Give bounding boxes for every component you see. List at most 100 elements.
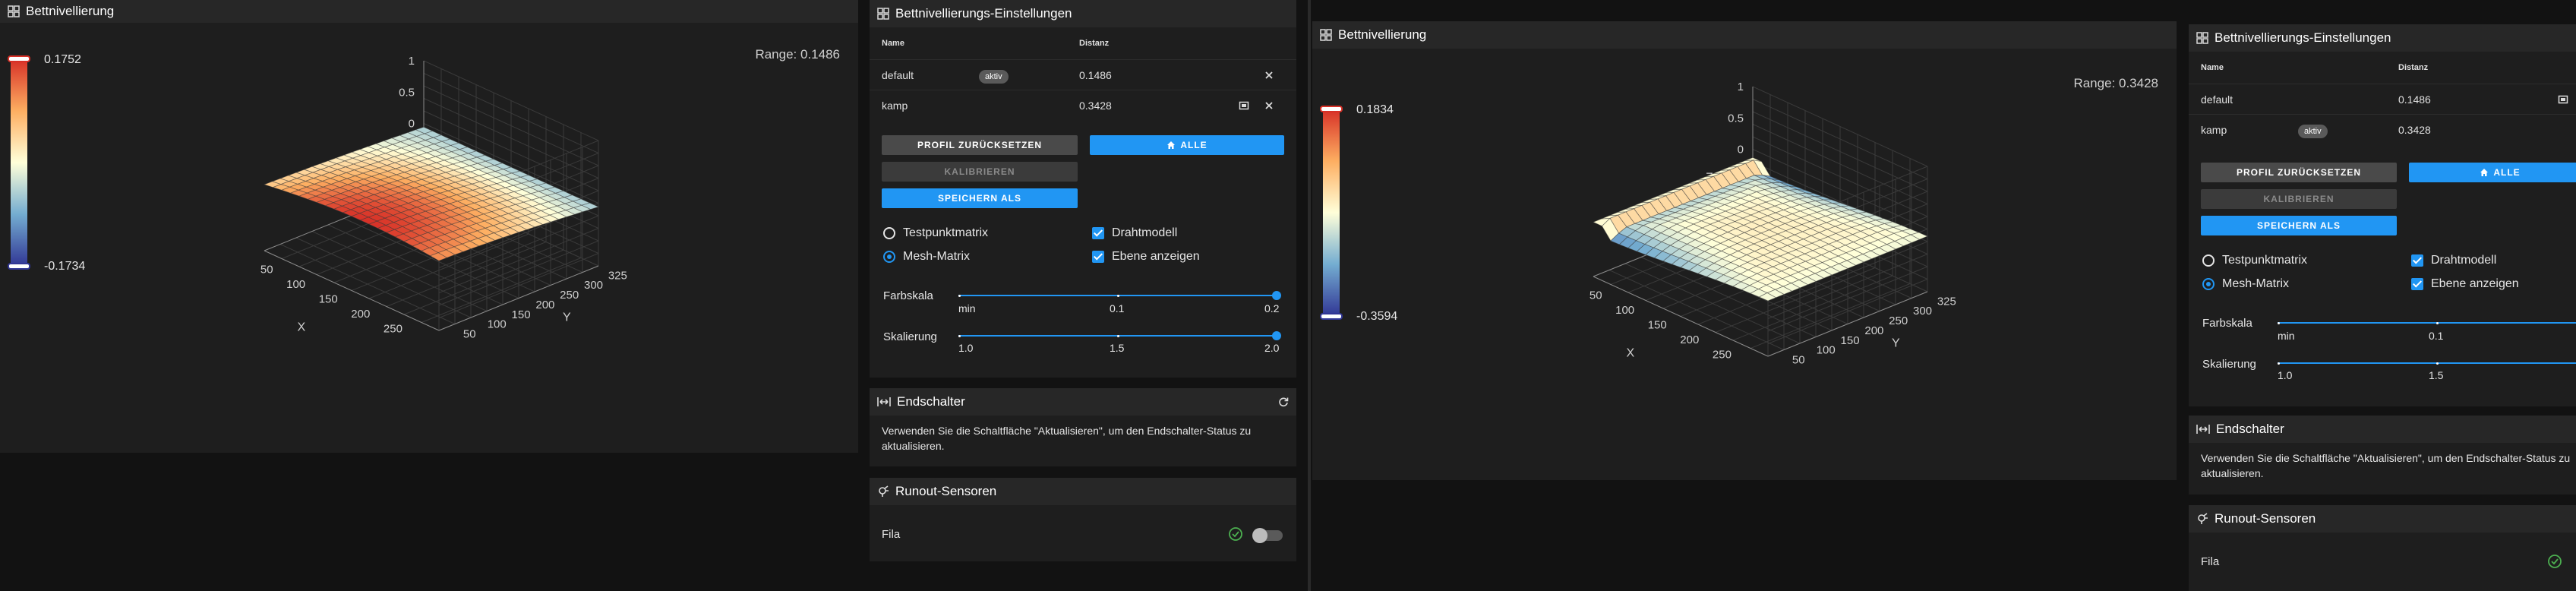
mesh-3d-plot[interactable]: 0.1752-0.173410.50-0.5-1.5Z5010015020025… — [0, 23, 858, 453]
grid-icon — [8, 5, 20, 17]
calibrate-button[interactable]: Kalibrieren — [2201, 189, 2397, 209]
option-label: Ebene anzeigen — [2431, 277, 2519, 290]
wireframe-checkbox[interactable]: Drahtmodell — [1092, 226, 1177, 240]
scale-label: Skalierung — [883, 330, 937, 343]
reset-profile-button[interactable]: Profil zurücksetzen — [2201, 163, 2397, 182]
endstop-card: Endschalter Verwenden Sie die Schaltfläc… — [870, 388, 1296, 466]
x-tick-label: 200 — [1680, 333, 1699, 346]
load-profile-icon[interactable] — [1239, 100, 1249, 111]
grid-icon — [2196, 32, 2208, 44]
y-tick-label: 150 — [512, 308, 531, 321]
mesh-title: Bettnivellierung — [1338, 27, 1427, 42]
option-label: Testpunktmatrix — [2222, 254, 2308, 267]
mesh-card-header: Bettnivellierung — [1312, 21, 2177, 49]
y-tick-label: 50 — [463, 328, 476, 341]
table-row[interactable]: kamp 0.3428 — [870, 90, 1296, 120]
mesh-3d-plot[interactable]: 0.1834-0.359410.50-0.5-1.5Z5010015020025… — [1312, 49, 2177, 480]
save-as-button[interactable]: Speichern als — [2201, 216, 2397, 235]
refresh-icon[interactable] — [1278, 397, 1289, 407]
endstop-card-header: Endschalter — [2189, 416, 2576, 443]
runout-title: Runout-Sensoren — [895, 484, 997, 498]
load-profile-icon[interactable] — [2558, 94, 2568, 105]
endstop-info-line1: Verwenden Sie die Schaltfläche "Aktualis… — [2201, 452, 2571, 464]
slider-thumb[interactable] — [1272, 331, 1281, 340]
mesh-matrix-option[interactable]: Mesh-Matrix — [883, 250, 970, 264]
mesh-surface — [263, 126, 600, 261]
mesh-plot-area[interactable]: Range: 0.3428 0.1834-0.359410.50-0.5-1.5… — [1312, 49, 2177, 480]
y-tick-label: 50 — [1792, 354, 1805, 367]
radio-button-selected[interactable] — [2202, 278, 2215, 290]
mesh-matrix-option[interactable]: Mesh-Matrix — [2202, 277, 2289, 291]
runout-card: Runout-Sensoren Fila — [870, 478, 1296, 561]
testpoint-matrix-option[interactable]: Testpunktmatrix — [2202, 254, 2307, 267]
x-tick-label: 100 — [1615, 304, 1634, 317]
table-row[interactable]: default aktiv 0.1486 — [870, 59, 1296, 90]
option-label: Mesh-Matrix — [2222, 277, 2290, 290]
reset-profile-button[interactable]: Profil zurücksetzen — [882, 135, 1078, 155]
mesh-plot-area[interactable]: Range: 0.1486 0.1752-0.173410.50-0.5-1.5… — [0, 23, 858, 453]
wireframe-checkbox[interactable]: Drahtmodell — [2411, 254, 2496, 267]
scale-label: Skalierung — [2202, 358, 2256, 371]
col-distance-header: Distanz — [2398, 63, 2429, 72]
grid-icon — [877, 8, 889, 20]
calibrate-button[interactable]: Kalibrieren — [882, 162, 1078, 182]
check-circle-icon — [1228, 526, 1243, 542]
profile-table-header: Name Distanz — [2189, 52, 2576, 84]
settings-title: Bettnivellierungs-Einstellungen — [895, 6, 1072, 21]
profile-name: default — [882, 68, 914, 81]
profile-table-header: Name Distanz — [870, 27, 1296, 59]
save-as-button[interactable]: Speichern als — [882, 188, 1078, 208]
checkbox-checked[interactable] — [2411, 254, 2423, 267]
z-tick-label: 0 — [1738, 144, 1744, 156]
settings-title: Bettnivellierungs-Einstellungen — [2215, 30, 2391, 45]
endstop-card-header: Endschalter — [870, 388, 1296, 416]
close-icon[interactable] — [1264, 101, 1274, 110]
x-tick-label: 250 — [384, 322, 402, 335]
col-distance-header: Distanz — [1079, 39, 1110, 48]
endstop-icon — [2196, 424, 2210, 435]
table-row[interactable]: kamp aktiv 0.3428 — [2189, 114, 2576, 144]
show-plane-checkbox[interactable]: Ebene anzeigen — [2411, 277, 2519, 291]
home-all-button[interactable]: Alle — [1090, 135, 1284, 155]
home-all-label: Alle — [1180, 140, 1208, 150]
sensor-icon — [877, 485, 889, 498]
tick-label: 1.5 — [2429, 369, 2444, 381]
tick-label: 0.2 — [1264, 302, 1280, 314]
check-circle-icon — [2547, 554, 2562, 569]
profile-distance: 0.3428 — [1079, 99, 1112, 112]
mesh-card-header: Bettnivellierung — [0, 0, 858, 23]
y-tick-label: 100 — [488, 318, 507, 331]
x-tick-label: 200 — [351, 308, 370, 321]
z-tick-label: 0 — [409, 118, 415, 131]
profile-distance: 0.1486 — [1079, 68, 1112, 81]
colorbar-max-handle — [8, 55, 30, 62]
y-tick-label: 250 — [560, 289, 579, 302]
option-label: Ebene anzeigen — [1112, 250, 1200, 263]
colorbar-min-handle — [8, 263, 30, 270]
endstop-title: Endschalter — [897, 394, 965, 409]
settings-card-header: Bettnivellierungs-Einstellungen — [870, 0, 1296, 27]
profile-name: default — [2201, 93, 2233, 106]
tick-label: min — [958, 302, 976, 314]
radio-button[interactable] — [2202, 254, 2215, 267]
close-icon[interactable] — [1264, 71, 1274, 80]
radio-button[interactable] — [883, 227, 895, 239]
checkbox-checked[interactable] — [1092, 227, 1104, 239]
checkbox-checked[interactable] — [2411, 278, 2423, 290]
sensor-name: Fila — [2201, 555, 2220, 568]
y-tick-label: 200 — [535, 299, 554, 311]
table-row[interactable]: default 0.1486 — [2189, 84, 2576, 114]
checkbox-checked[interactable] — [1092, 251, 1104, 263]
tick-label: 1.5 — [1110, 342, 1125, 354]
profile-distance: 0.3428 — [2398, 123, 2431, 136]
x-axis-label: X — [298, 321, 306, 333]
show-plane-checkbox[interactable]: Ebene anzeigen — [1092, 250, 1200, 264]
mesh-surface — [1592, 156, 1929, 302]
colorbar-max-handle — [1320, 106, 1343, 112]
y-axis-label: Y — [563, 311, 571, 324]
radio-button-selected[interactable] — [883, 251, 895, 263]
slider-thumb[interactable] — [1272, 291, 1281, 300]
testpoint-matrix-option[interactable]: Testpunktmatrix — [883, 226, 988, 240]
home-all-button[interactable]: Alle — [2409, 163, 2576, 182]
y-tick-label: 300 — [584, 279, 603, 292]
